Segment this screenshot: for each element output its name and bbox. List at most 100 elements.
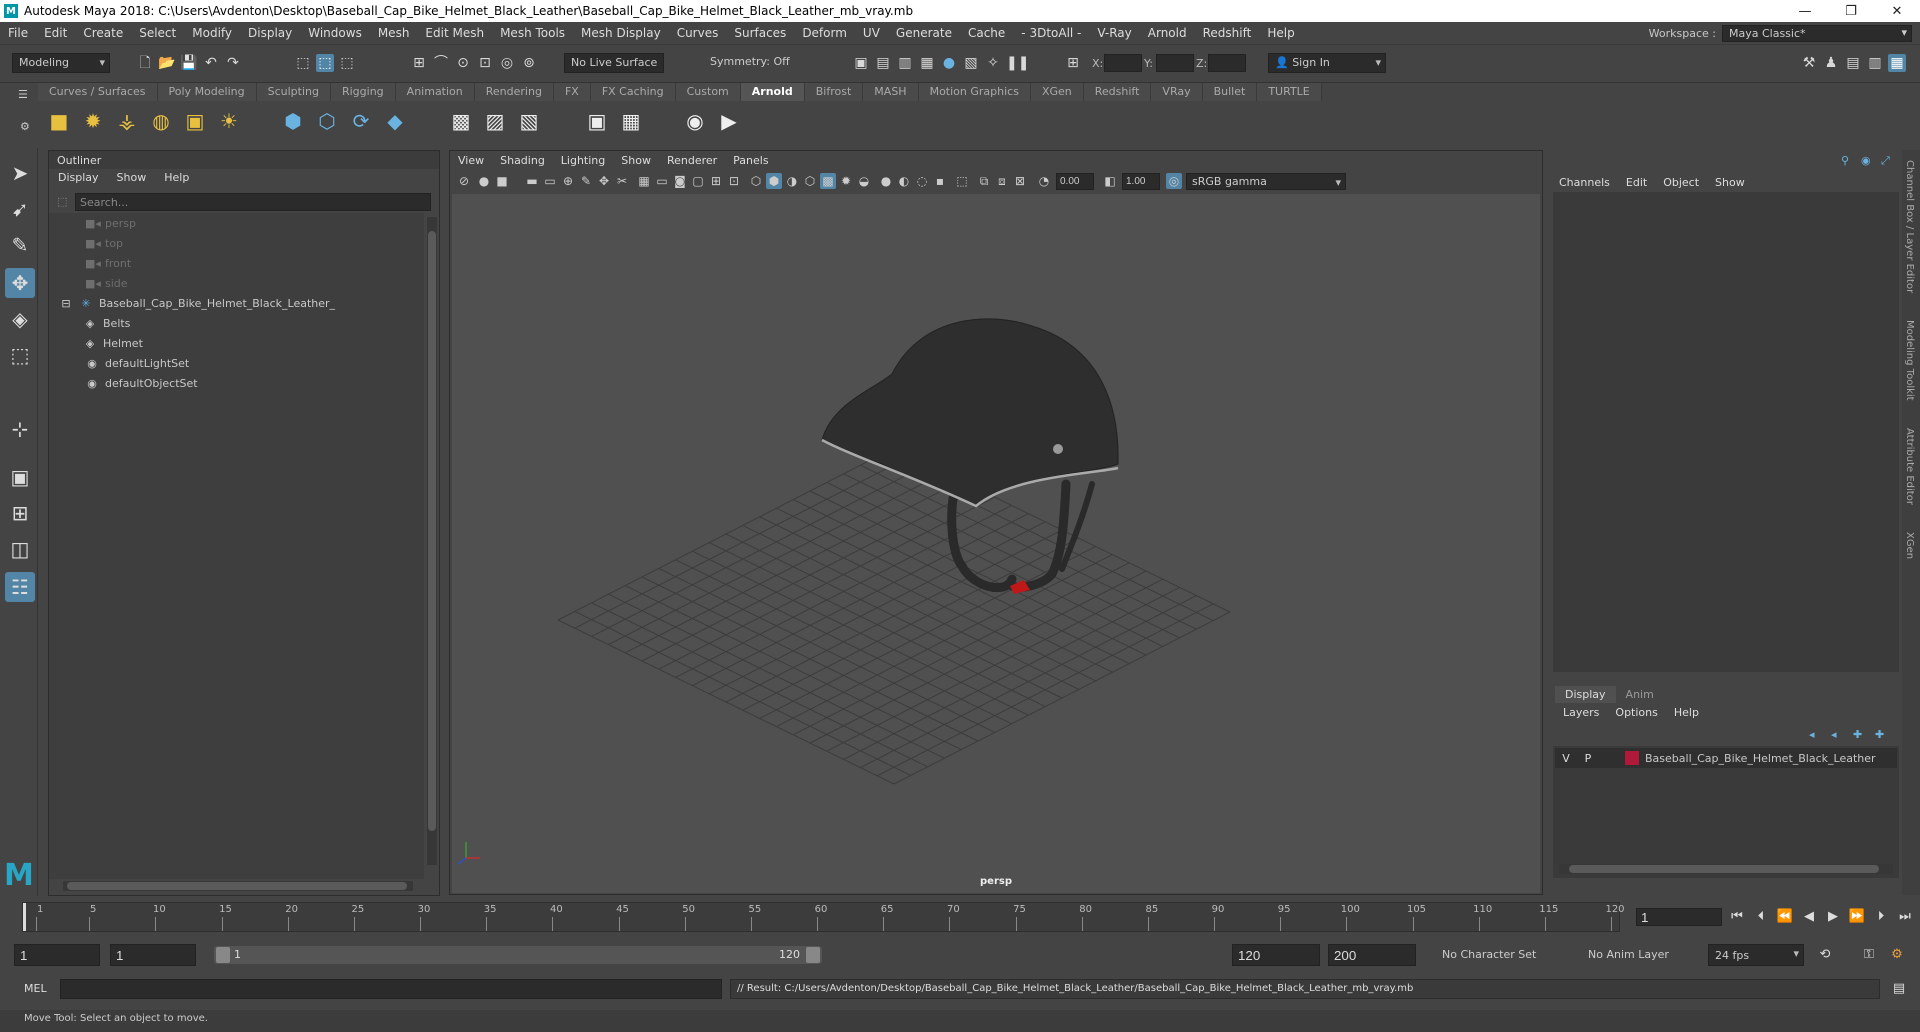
light-editor-icon[interactable]: ✧: [984, 54, 1002, 72]
layers-menu[interactable]: Layers: [1555, 704, 1607, 721]
channels-menu[interactable]: Channels: [1551, 174, 1618, 191]
layer-tab-display[interactable]: Display: [1555, 686, 1616, 703]
standin-icon[interactable]: ⬢: [280, 108, 306, 134]
attribute-editor-icon[interactable]: ▤: [1844, 54, 1862, 72]
shelf-menu-icon[interactable]: ☰: [18, 88, 28, 101]
x-field[interactable]: [1104, 54, 1142, 72]
viewport-menu-show[interactable]: Show: [613, 151, 659, 171]
menu-vray[interactable]: V-Ray: [1089, 26, 1139, 40]
collapse-icon[interactable]: ⊟: [59, 297, 73, 310]
tab-xgen[interactable]: XGen: [1904, 532, 1915, 559]
step-back-key-icon[interactable]: ⏪: [1776, 908, 1794, 926]
playback-end-field[interactable]: [1232, 944, 1320, 966]
area-light-icon[interactable]: ■: [46, 108, 72, 134]
safe-title-icon[interactable]: ⊡: [726, 173, 742, 189]
screen-space-ao-icon[interactable]: ●: [878, 173, 894, 189]
menu-arnold[interactable]: Arnold: [1140, 26, 1195, 40]
layer-playback-toggle[interactable]: P: [1577, 752, 1599, 765]
menu-edit[interactable]: Edit: [36, 26, 75, 40]
outliner-vertical-scrollbar[interactable]: [427, 217, 437, 865]
menu-help[interactable]: Help: [1259, 26, 1302, 40]
shelf-tab-custom[interactable]: Custom: [675, 83, 741, 101]
menu-edit-mesh[interactable]: Edit Mesh: [417, 26, 492, 40]
outliner-item-belts[interactable]: ◈ Belts: [83, 313, 131, 333]
isolate-select-icon[interactable]: ⬚: [954, 173, 970, 189]
help-menu[interactable]: Help: [1666, 704, 1707, 721]
mesh-light-icon[interactable]: ✹: [80, 108, 106, 134]
curve-collector-icon[interactable]: ⟳: [348, 108, 374, 134]
flush-skydome-icon[interactable]: ▨: [482, 108, 508, 134]
open-scene-icon[interactable]: 📂: [158, 54, 176, 72]
play-forwards-icon[interactable]: ▶: [1824, 908, 1842, 926]
anti-aliasing-icon[interactable]: ◌: [914, 173, 930, 189]
wireframe-icon[interactable]: ⬡: [748, 173, 764, 189]
shelf-tab-bullet[interactable]: Bullet: [1202, 83, 1258, 101]
outliner-item-group[interactable]: ⊟ ✳ Baseball_Cap_Bike_Helmet_Black_Leath…: [59, 293, 335, 313]
character-set-dropdown[interactable]: No Character Set: [1434, 944, 1552, 966]
symmetry-dropdown[interactable]: Symmetry: Off: [704, 53, 800, 73]
filter-icon[interactable]: ⬚: [57, 195, 67, 208]
modeling-toolkit-icon[interactable]: ⚒: [1800, 54, 1818, 72]
render-view-shelf-icon[interactable]: ◉: [682, 108, 708, 134]
timeline-track[interactable]: 1 5 10 15 20 25 30 35 40 45 50 55 60 65 70 75 80 85 90 95 10…: [22, 902, 1625, 932]
tx-manager-icon[interactable]: ▣: [584, 108, 610, 134]
outliner-item-top[interactable]: ■◂ top: [85, 233, 123, 253]
exposure-field[interactable]: [1056, 173, 1094, 190]
xray-joints-icon[interactable]: ⧈: [994, 173, 1010, 189]
tool-settings-toggle-icon[interactable]: ⤢: [1881, 154, 1890, 168]
resolution-gate-icon[interactable]: ▭: [654, 173, 670, 189]
save-scene-icon[interactable]: 💾: [180, 54, 198, 72]
layer-horizontal-scrollbar[interactable]: [1559, 864, 1893, 874]
script-language-toggle[interactable]: MEL: [24, 982, 47, 995]
show-manipulator-icon[interactable]: ⊹: [5, 414, 35, 444]
options-menu[interactable]: Options: [1607, 704, 1665, 721]
workspace-dropdown[interactable]: Maya Classic*: [1722, 24, 1912, 42]
sign-in-button[interactable]: 👤 Sign In: [1268, 53, 1386, 73]
rotate-tool-icon[interactable]: ◈: [5, 304, 35, 334]
paint-select-tool-icon[interactable]: ✎: [5, 230, 35, 260]
scale-tool-icon[interactable]: ⬚: [5, 340, 35, 370]
smooth-shade-icon[interactable]: ⬢: [766, 173, 782, 189]
channel-box-icon[interactable]: ▦: [1888, 54, 1906, 72]
shelf-tab-rendering[interactable]: Rendering: [474, 83, 554, 101]
outliner-item-default-object-set[interactable]: ◉ defaultObjectSet: [85, 373, 197, 393]
menu-uv[interactable]: UV: [855, 26, 888, 40]
depth-of-field-icon[interactable]: ▪: [932, 173, 948, 189]
select-camera-icon[interactable]: ⊘: [456, 173, 472, 189]
gamma-field[interactable]: [1122, 173, 1160, 190]
bookmarks-icon[interactable]: ▬: [524, 173, 540, 189]
camera-attributes-icon[interactable]: ■: [494, 173, 510, 189]
step-forward-frame-icon[interactable]: ⏵: [1872, 908, 1890, 926]
shelf-tab-animation[interactable]: Animation: [395, 83, 475, 101]
shelf-tab-xgen[interactable]: XGen: [1030, 83, 1084, 101]
step-forward-key-icon[interactable]: ⏩: [1848, 908, 1866, 926]
outliner-menu-display[interactable]: Display: [49, 169, 108, 187]
layer-tab-anim[interactable]: Anim: [1616, 686, 1664, 703]
snap-point-icon[interactable]: ⊙: [454, 54, 472, 72]
3d-viewport[interactable]: persp: [452, 194, 1540, 893]
outliner-item-default-light-set[interactable]: ◉ defaultLightSet: [85, 353, 189, 373]
menu-create[interactable]: Create: [75, 26, 131, 40]
safe-action-icon[interactable]: ⊞: [708, 173, 724, 189]
shelf-settings-icon[interactable]: ⚙: [20, 120, 30, 133]
hypershade-icon[interactable]: ●: [940, 54, 958, 72]
undo-icon[interactable]: ↶: [202, 54, 220, 72]
shelf-tab-motion-graphics[interactable]: Motion Graphics: [918, 83, 1031, 101]
xray-icon[interactable]: ⧉: [976, 173, 992, 189]
four-pane-layout-icon[interactable]: ⊞: [5, 498, 35, 528]
use-all-lights-icon[interactable]: ✹: [838, 173, 854, 189]
snap-view-icon[interactable]: ⊡: [476, 54, 494, 72]
license-manager-icon[interactable]: ▦: [618, 108, 644, 134]
menu-display[interactable]: Display: [240, 26, 300, 40]
shelf-tab-poly-modeling[interactable]: Poly Modeling: [157, 83, 257, 101]
shelf-tab-sculpting[interactable]: Sculpting: [256, 83, 331, 101]
layer-color-swatch[interactable]: [1625, 751, 1639, 765]
default-material-icon[interactable]: ◑: [784, 173, 800, 189]
field-chart-icon[interactable]: ▢: [690, 173, 706, 189]
animation-start-field[interactable]: [14, 944, 100, 966]
outliner-menu-help[interactable]: Help: [155, 169, 198, 187]
z-field[interactable]: [1208, 54, 1246, 72]
light-portal-icon[interactable]: ▣: [182, 108, 208, 134]
gate-mask-icon[interactable]: ◙: [672, 173, 688, 189]
outliner-item-persp[interactable]: ■◂ persp: [85, 213, 136, 233]
